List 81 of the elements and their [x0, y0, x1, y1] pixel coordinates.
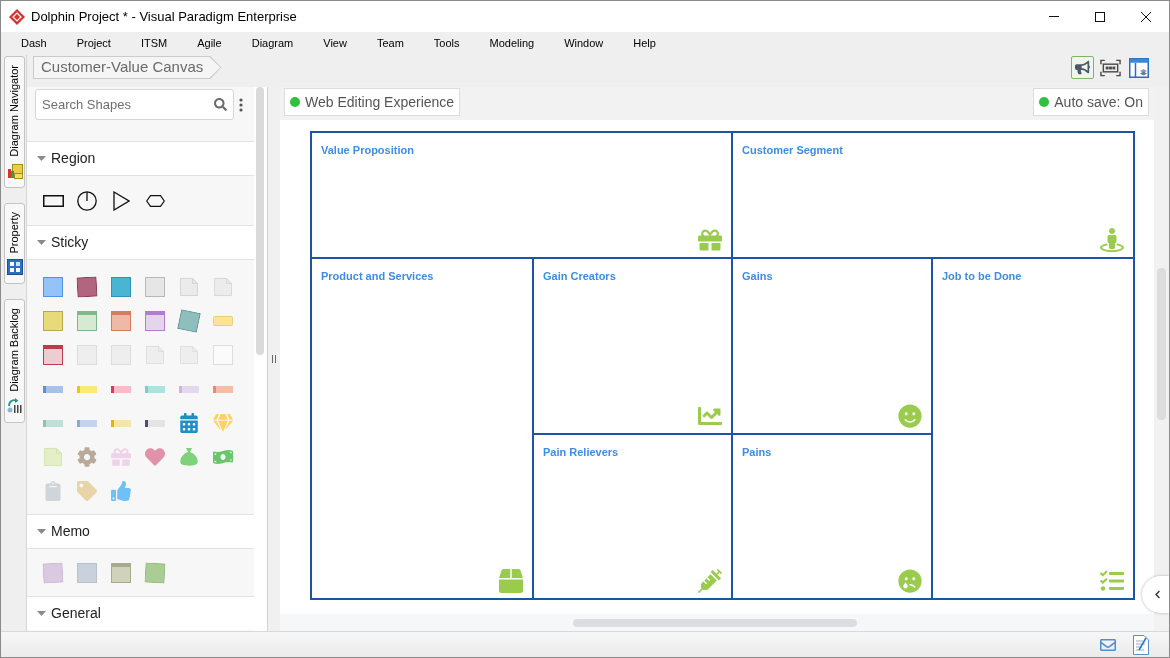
- mail-icon[interactable]: [1099, 636, 1117, 653]
- notes-icon[interactable]: [1133, 634, 1149, 655]
- calendar-icon[interactable]: [179, 413, 199, 433]
- close-icon: [1141, 11, 1151, 22]
- gift-icon[interactable]: [111, 447, 131, 467]
- status-dot-icon: [1039, 97, 1050, 107]
- toolbar-button[interactable]: [1071, 56, 1094, 79]
- tag-icon[interactable]: [77, 481, 97, 501]
- clipboard-icon[interactable]: [43, 481, 63, 501]
- app-logo-icon: [9, 8, 25, 25]
- rectangle-icon[interactable]: [42, 194, 64, 207]
- layout-window-icon: [1128, 57, 1149, 78]
- cell-title: Value Proposition: [321, 143, 415, 157]
- sticky-note-icon[interactable]: [43, 345, 63, 365]
- line-chart-icon: [698, 404, 722, 428]
- window-title: Dolphin Project * - Visual Paradigm Enterprise: [31, 7, 297, 26]
- sad-face-icon: [898, 569, 922, 593]
- smiley-icon: [898, 404, 922, 428]
- menu-item[interactable]: ITSM: [125, 32, 183, 55]
- side-tab[interactable]: Diagram Navigator: [4, 56, 25, 188]
- menu-item[interactable]: View: [308, 32, 362, 55]
- menu-item[interactable]: Project: [61, 32, 126, 55]
- arrow-and-bars-icon: [6, 398, 23, 415]
- menu-item[interactable]: Window: [549, 32, 619, 55]
- property-grid-icon: [6, 259, 23, 276]
- menu-item[interactable]: Diagram: [236, 32, 309, 55]
- folders-icon: [6, 162, 23, 179]
- search-icon[interactable]: [214, 98, 227, 111]
- menu-item[interactable]: Tools: [418, 32, 475, 55]
- chevron-left-icon: [1152, 590, 1162, 599]
- more-options-icon[interactable]: [239, 98, 243, 112]
- web-editing-button[interactable]: Web Editing Experience: [284, 88, 461, 116]
- grip-icon: [272, 355, 276, 363]
- circle-icon[interactable]: [77, 190, 97, 211]
- cell-title: Product and Services: [321, 269, 435, 283]
- triangle-icon[interactable]: [112, 190, 130, 211]
- menu-item[interactable]: Dash: [6, 32, 62, 55]
- banknote-icon[interactable]: [213, 447, 233, 467]
- thumbs-up-icon[interactable]: [111, 481, 131, 501]
- person-on-ring-icon: [1100, 228, 1124, 252]
- side-tab[interactable]: Property: [4, 202, 25, 285]
- breadcrumb[interactable]: Customer-Value Canvas: [33, 56, 222, 79]
- money-bag-icon[interactable]: [179, 447, 199, 467]
- cell-title: Gain Creators: [543, 269, 617, 283]
- menu-item[interactable]: Team: [361, 32, 419, 55]
- heart-icon[interactable]: [145, 447, 165, 467]
- menu-item[interactable]: Help: [618, 32, 671, 55]
- scrollbar-thumb[interactable]: [573, 619, 857, 627]
- checklist-icon: [1100, 569, 1124, 593]
- status-dot-icon: [290, 97, 300, 107]
- cell-title: Pains: [742, 445, 773, 459]
- palette-section-header[interactable]: General: [27, 596, 254, 630]
- syringe-icon: [698, 569, 722, 593]
- gift-icon: [698, 228, 722, 252]
- hexagon-icon[interactable]: [145, 194, 165, 207]
- sticky-note-icon[interactable]: [177, 309, 201, 333]
- diamond-icon[interactable]: [213, 413, 233, 433]
- cell-title: Customer Segment: [742, 143, 844, 157]
- scrollbar-thumb[interactable]: [256, 87, 264, 355]
- palette-section-header[interactable]: Sticky: [27, 225, 254, 259]
- menu-item[interactable]: Modeling: [474, 32, 550, 55]
- gear-icon[interactable]: [77, 447, 97, 467]
- side-tab[interactable]: Diagram Backlog: [4, 299, 25, 424]
- sticky-note-icon[interactable]: [76, 276, 98, 298]
- menu-item[interactable]: Agile: [182, 32, 237, 55]
- tape-icon[interactable]: [145, 419, 165, 427]
- box-icon: [499, 569, 523, 593]
- document-icon[interactable]: [44, 447, 62, 467]
- minimize-icon: [1049, 16, 1059, 17]
- search-field[interactable]: Search Shapes: [35, 89, 234, 120]
- cell-title: Pain Relievers: [543, 445, 620, 459]
- tape-icon[interactable]: [111, 385, 131, 393]
- fit-to-window-icon: [1100, 58, 1121, 77]
- cell-title: Job to be Done: [942, 269, 1023, 283]
- cell-title: Gains: [742, 269, 774, 283]
- auto-save-button[interactable]: Auto save: On: [1033, 88, 1149, 116]
- maximize-icon: [1095, 11, 1105, 22]
- palette-section-header[interactable]: Region: [27, 141, 254, 175]
- megaphone-icon: [1075, 60, 1090, 75]
- toolbar-button[interactable]: [1127, 56, 1150, 79]
- palette-section-header[interactable]: Memo: [27, 514, 254, 548]
